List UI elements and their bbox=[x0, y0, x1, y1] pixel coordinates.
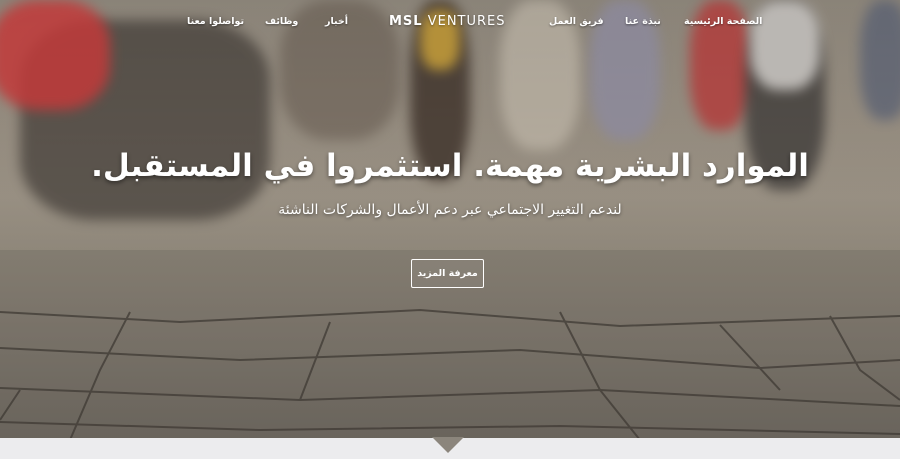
nav-jobs-link[interactable]: وظائف bbox=[265, 16, 298, 27]
nav-home-link[interactable]: الصفحة الرئيسية bbox=[684, 16, 762, 27]
brand-logo-strong: MSL bbox=[389, 14, 423, 29]
hero-headline: الموارد البشرية مهمة. استثمروا في المستق… bbox=[91, 148, 809, 184]
nav-contact-link[interactable]: تواصلوا معنا bbox=[187, 16, 244, 27]
brand-logo[interactable]: MSL VENTURES bbox=[389, 14, 506, 29]
nav-news-link[interactable]: أخبار bbox=[325, 16, 348, 27]
chevron-down-icon[interactable] bbox=[432, 437, 464, 453]
nav-about-link[interactable]: نبذة عنا bbox=[625, 16, 661, 27]
brand-logo-rest: VENTURES bbox=[422, 14, 506, 29]
hero-background bbox=[0, 0, 900, 438]
learn-more-button[interactable]: معرفة المزيد bbox=[411, 259, 484, 288]
hero-subline: لندعم التغيير الاجتماعي عبر دعم الأعمال … bbox=[278, 202, 622, 218]
nav-team-link[interactable]: فريق العمل bbox=[549, 16, 604, 27]
top-nav: الصفحة الرئيسية نبذة عنا فريق العمل MSL … bbox=[0, 0, 900, 44]
